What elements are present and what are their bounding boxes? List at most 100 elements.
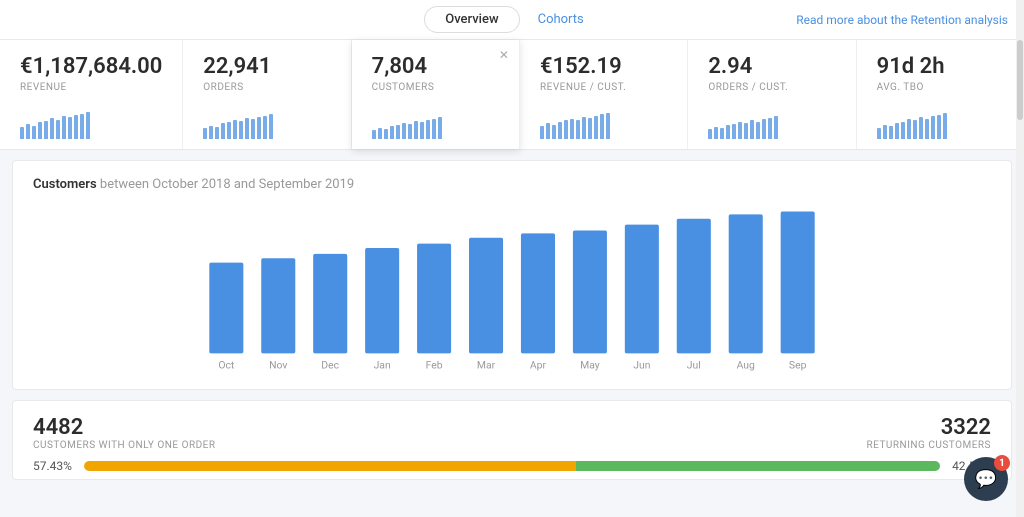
- right-stat: 3322 RETURNING CUSTOMERS: [867, 415, 992, 451]
- metric-card-4[interactable]: 2.94ORDERS / CUST.: [688, 40, 856, 149]
- mini-bar: [594, 116, 598, 139]
- read-more-link[interactable]: Read more about the Retention analysis: [796, 13, 1008, 27]
- left-stat-label: CUSTOMERS WITH ONLY ONE ORDER: [33, 440, 216, 451]
- mini-bar: [756, 122, 760, 139]
- mini-bar: [227, 122, 231, 139]
- mini-bar: [432, 119, 436, 139]
- metric-label: AVG. TBO: [877, 82, 924, 93]
- metric-label: CUSTOMERS: [372, 82, 435, 93]
- chart-title: Customers between October 2018 and Septe…: [33, 177, 991, 192]
- mini-bar: [20, 127, 24, 139]
- mini-bar: [919, 117, 923, 139]
- mini-bar: [221, 123, 225, 139]
- metric-label: REVENUE: [20, 82, 67, 93]
- mini-bar: [901, 122, 905, 139]
- mini-bar: [263, 116, 267, 139]
- svg-text:Jun: Jun: [633, 358, 650, 371]
- close-icon[interactable]: ✕: [499, 48, 509, 62]
- mini-bar: [245, 118, 249, 139]
- metric-card-5[interactable]: 91d 2hAVG. TBO: [857, 40, 1024, 149]
- mini-bars: [20, 111, 90, 139]
- tab-group: Overview: [424, 6, 519, 33]
- mini-bar: [233, 120, 237, 139]
- mini-bar: [396, 125, 400, 139]
- mini-bar: [426, 120, 430, 139]
- mini-bar: [438, 117, 442, 139]
- mini-bar: [774, 116, 778, 139]
- mini-bar: [56, 120, 60, 139]
- mini-bars: [372, 111, 442, 139]
- svg-text:Aug: Aug: [737, 358, 755, 371]
- tab-overview[interactable]: Overview: [424, 6, 519, 33]
- metric-label: ORDERS: [203, 82, 243, 93]
- mini-bar: [925, 119, 929, 139]
- metric-card-2[interactable]: ✕ 7,804 CUSTOMERS: [352, 40, 520, 149]
- metric-value: 22,941: [203, 54, 271, 80]
- mini-bar: [588, 118, 592, 139]
- mini-bar: [420, 122, 424, 139]
- mini-bar: [582, 117, 586, 139]
- mini-bar: [378, 128, 382, 139]
- mini-bar: [877, 128, 881, 139]
- progress-yellow: [84, 461, 576, 471]
- left-stat: 4482 CUSTOMERS WITH ONLY ONE ORDER: [33, 415, 216, 451]
- mini-bar: [546, 123, 550, 139]
- mini-bar: [726, 125, 730, 139]
- mini-bar: [883, 125, 887, 139]
- mini-bar: [750, 120, 754, 139]
- metric-card-3[interactable]: €152.19REVENUE / CUST.: [520, 40, 688, 149]
- mini-bar: [86, 112, 90, 139]
- left-stat-value: 4482: [33, 415, 216, 440]
- svg-text:May: May: [580, 358, 600, 371]
- mini-bar: [384, 129, 388, 139]
- mini-bar: [895, 123, 899, 139]
- mini-bar: [714, 127, 718, 139]
- mini-bar: [931, 116, 935, 139]
- mini-bar: [408, 124, 412, 139]
- mini-bar: [889, 126, 893, 139]
- mini-bar: [203, 128, 207, 139]
- mini-bar: [600, 114, 604, 139]
- metric-card-1[interactable]: 22,941 ORDERS: [183, 40, 351, 149]
- mini-bar: [762, 119, 766, 139]
- metric-value: 7,804: [372, 54, 427, 80]
- mini-bar: [720, 128, 724, 139]
- mini-bar: [62, 116, 66, 139]
- mini-bar: [50, 118, 54, 139]
- mini-bar: [38, 122, 42, 139]
- tab-cohorts[interactable]: Cohorts: [522, 7, 600, 32]
- top-nav: Overview Cohorts Read more about the Ret…: [0, 0, 1024, 40]
- mini-bar: [708, 129, 712, 139]
- mini-bar: [738, 122, 742, 139]
- metric-card-0[interactable]: €1,187,684.00 REVENUE: [0, 40, 183, 149]
- pct-left-label: 57.43%: [33, 459, 78, 473]
- mini-bar: [606, 113, 610, 139]
- mini-bar: [570, 119, 574, 139]
- metric-value: 2.94: [708, 54, 752, 80]
- mini-bar: [540, 126, 544, 139]
- mini-bar: [564, 120, 568, 139]
- scrollbar-thumb[interactable]: [1017, 40, 1023, 120]
- chart-area: OctNovDecJanFebMarAprMayJunJulAugSep: [33, 202, 991, 377]
- svg-text:Jan: Jan: [374, 358, 391, 371]
- mini-bar: [80, 114, 84, 139]
- svg-text:Nov: Nov: [269, 358, 287, 371]
- metrics-row: €1,187,684.00 REVENUE 22,941 ORDERS ✕ 7,804 CU…: [0, 40, 1024, 150]
- progress-green: [576, 461, 940, 471]
- scrollbar[interactable]: [1016, 0, 1024, 517]
- right-stat-label: RETURNING CUSTOMERS: [867, 440, 992, 451]
- svg-text:Dec: Dec: [321, 358, 339, 371]
- mini-bar: [552, 125, 556, 139]
- metric-value: €1,187,684.00: [20, 54, 162, 80]
- mini-bar: [372, 130, 376, 139]
- mini-bar: [239, 121, 243, 139]
- mini-bar: [26, 124, 30, 139]
- mini-bar: [576, 120, 580, 139]
- svg-text:Jul: Jul: [687, 358, 701, 371]
- mini-bars: [877, 111, 947, 139]
- metric-label: REVENUE / CUST.: [540, 82, 626, 93]
- chat-button[interactable]: 💬 1: [964, 457, 1008, 501]
- mini-bar: [390, 126, 394, 139]
- progress-row: 57.43% 42.57%: [33, 459, 991, 473]
- mini-bar: [744, 123, 748, 139]
